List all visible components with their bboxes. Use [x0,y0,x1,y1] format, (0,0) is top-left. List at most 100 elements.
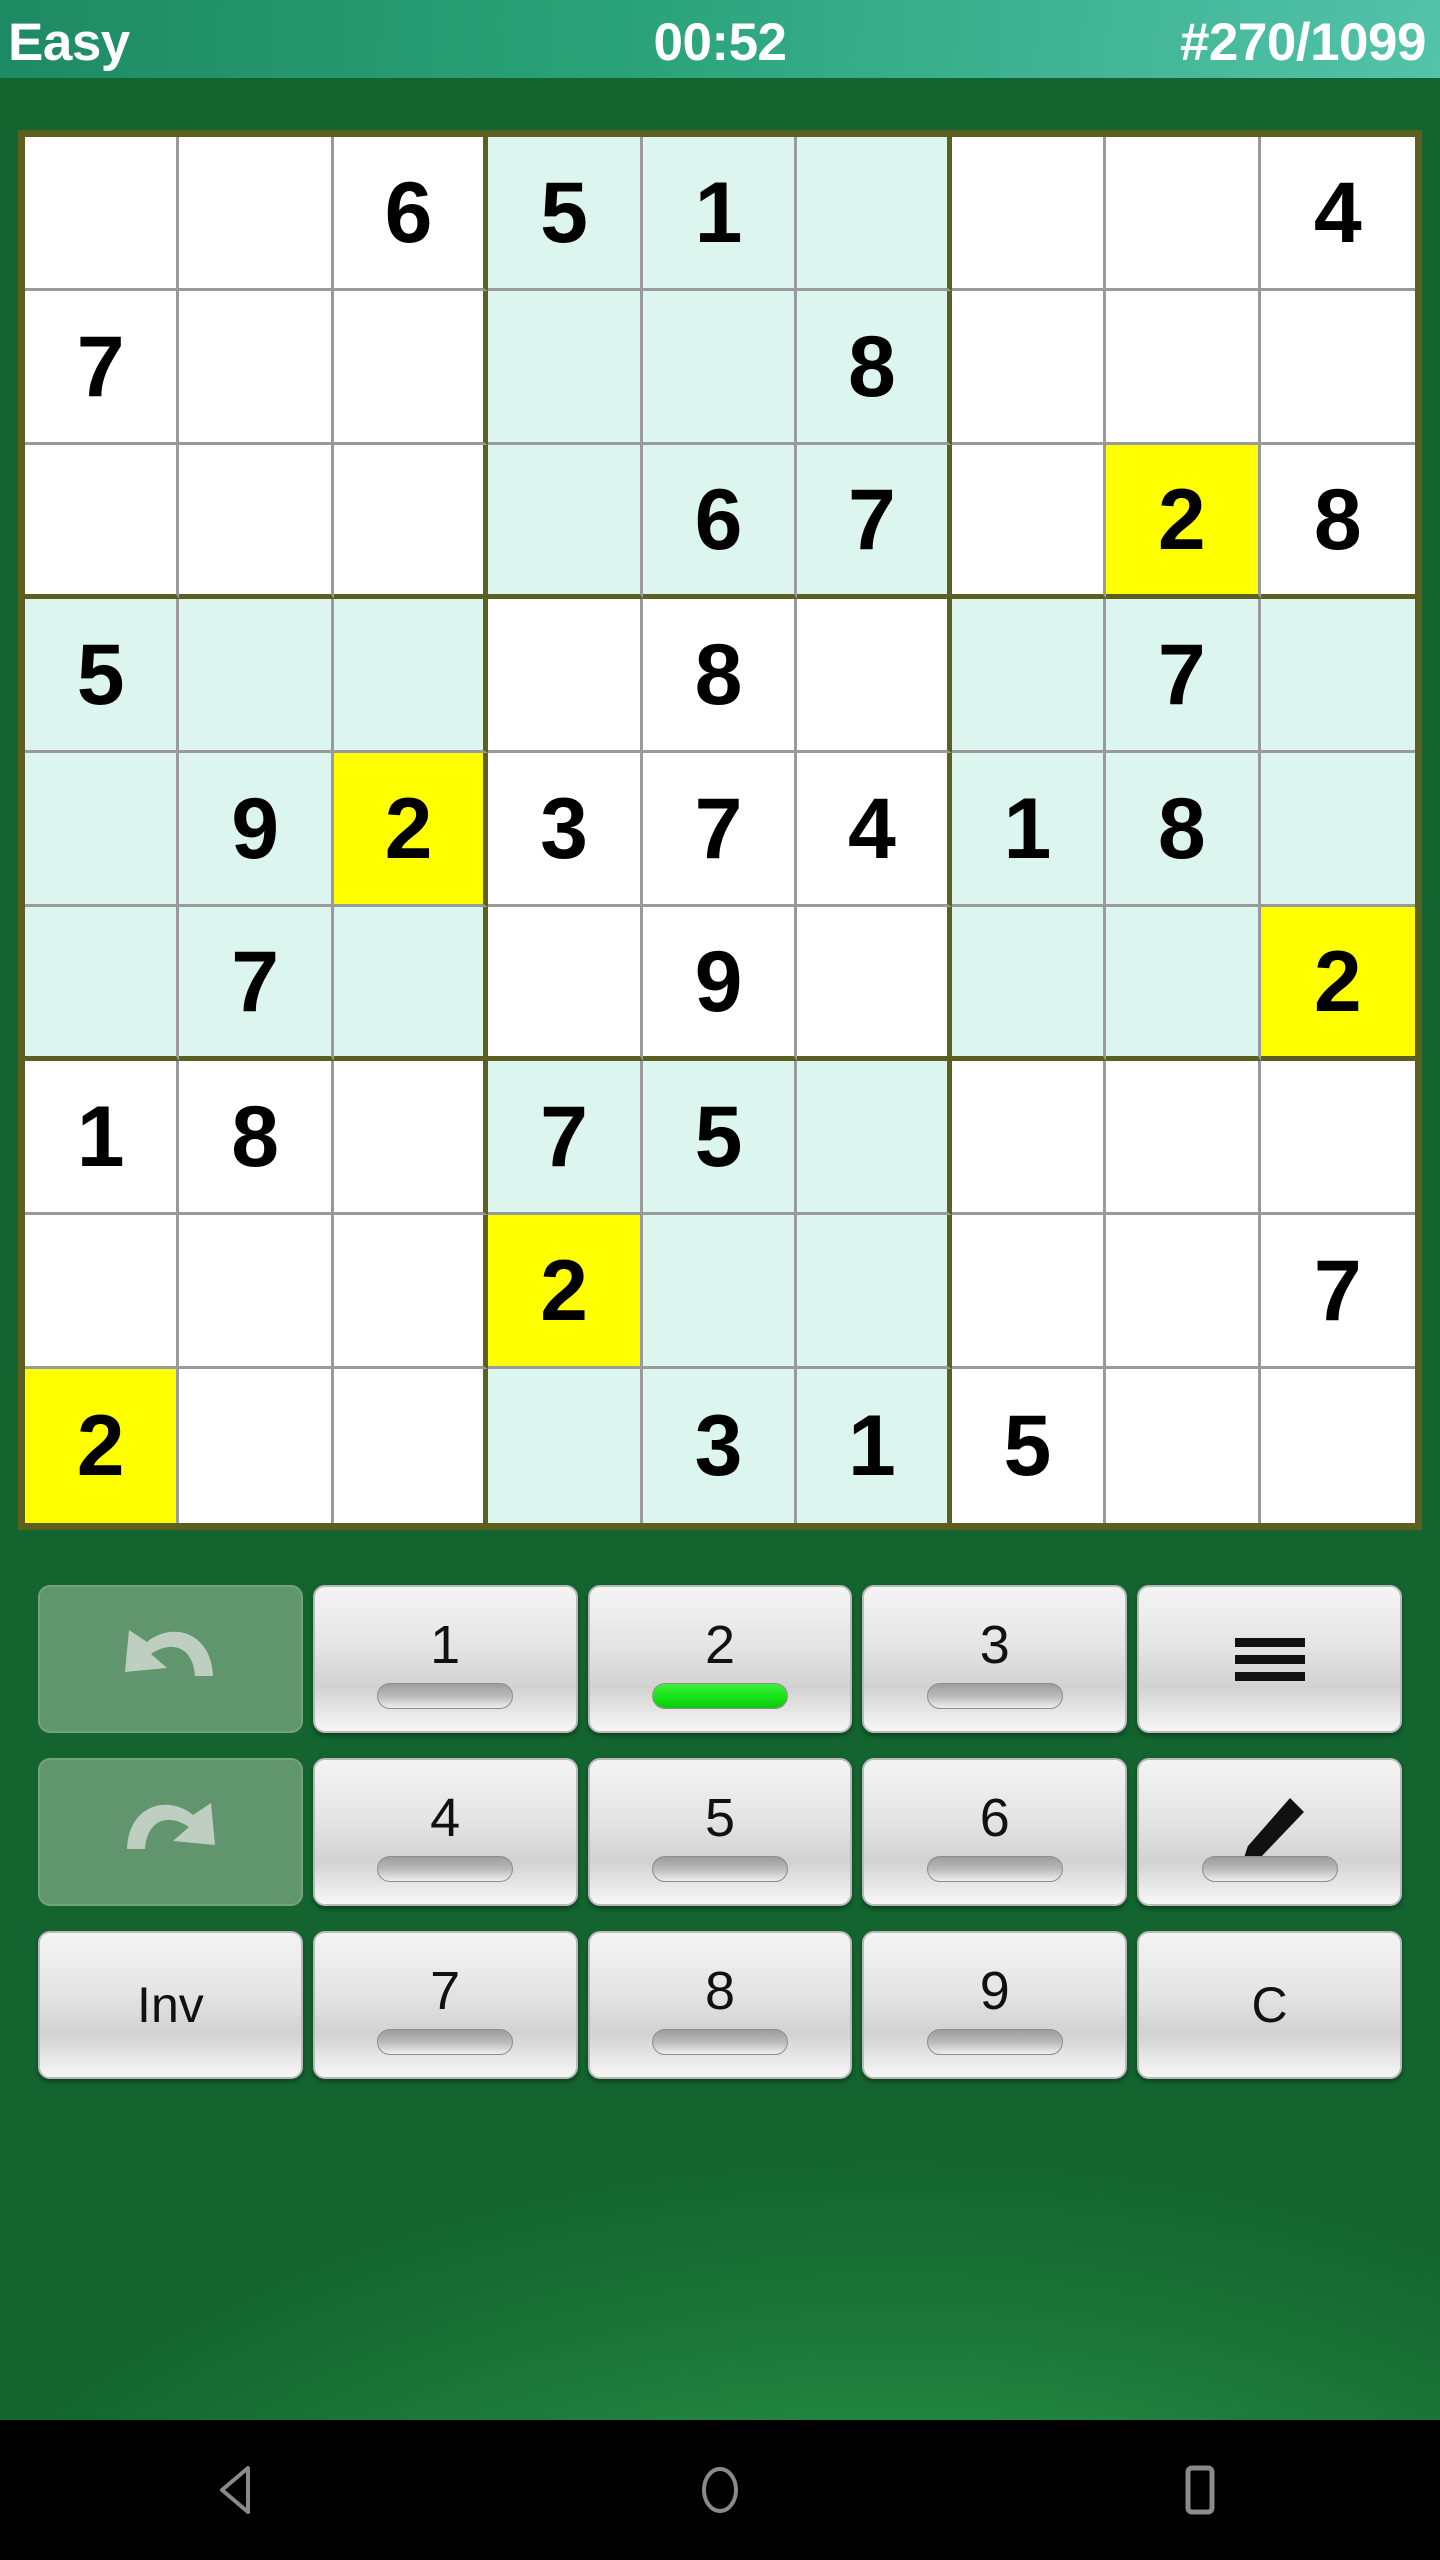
key-digit-2[interactable]: 2 [587,1585,853,1733]
cell-r5c3[interactable]: 2 [333,753,489,907]
cell-r7c8[interactable] [1106,1061,1261,1215]
sudoku-board[interactable]: 6 5 1 4 7 8 6 7 2 8 5 8 7 9 2 3 7 4 1 8 7 9 2 1 8 7 5 2 7 2 3 1 5 [18,130,1422,1530]
key-redo[interactable] [38,1758,303,1906]
cell-r8c5[interactable] [642,1215,798,1369]
key-menu[interactable] [1137,1585,1402,1733]
cell-r7c3[interactable] [333,1061,489,1215]
cell-r4c2[interactable] [179,599,334,753]
cell-r3c8[interactable]: 2 [1106,445,1261,599]
cell-r4c6[interactable] [797,599,952,753]
key-digit-3[interactable]: 3 [862,1585,1128,1733]
key-digit-7[interactable]: 7 [312,1931,578,2079]
cell-r6c6[interactable] [797,907,952,1061]
cell-r2c4[interactable] [488,291,643,445]
cell-r4c9[interactable] [1260,599,1415,753]
nav-home-button[interactable] [620,2420,820,2560]
cell-r5c1[interactable] [25,753,180,907]
cell-r7c6[interactable] [797,1061,952,1215]
cell-r1c6[interactable] [797,137,952,291]
cell-r3c4[interactable] [488,445,643,599]
cell-r5c9[interactable] [1260,753,1415,907]
cell-r7c7[interactable] [951,1061,1107,1215]
cell-r9c3[interactable] [333,1369,489,1523]
key-digit-4[interactable]: 4 [312,1758,578,1906]
cell-r1c2[interactable] [179,137,334,291]
cell-r9c8[interactable] [1106,1369,1261,1523]
cell-r5c5[interactable]: 7 [642,753,798,907]
cell-r8c2[interactable] [179,1215,334,1369]
cell-r2c6[interactable]: 8 [797,291,952,445]
cell-r3c2[interactable] [179,445,334,599]
cell-r6c8[interactable] [1106,907,1261,1061]
cell-r6c5[interactable]: 9 [642,907,798,1061]
cell-r7c5[interactable]: 5 [642,1061,798,1215]
cell-r3c1[interactable] [25,445,180,599]
key-digit-6[interactable]: 6 [862,1758,1128,1906]
cell-r3c5[interactable]: 6 [642,445,798,599]
key-pencil-mode[interactable] [1137,1758,1402,1906]
cell-r1c8[interactable] [1106,137,1261,291]
cell-r2c7[interactable] [951,291,1107,445]
cell-r7c9[interactable] [1260,1061,1415,1215]
cell-r6c2[interactable]: 7 [179,907,334,1061]
cell-r8c9[interactable]: 7 [1260,1215,1415,1369]
cell-r4c5[interactable]: 8 [642,599,798,753]
cell-r2c1[interactable]: 7 [25,291,180,445]
cell-r9c4[interactable] [488,1369,643,1523]
cell-r2c3[interactable] [333,291,489,445]
cell-r4c4[interactable] [488,599,643,753]
cell-r8c7[interactable] [951,1215,1107,1369]
cell-r8c1[interactable] [25,1215,180,1369]
cell-r9c1[interactable]: 2 [25,1369,180,1523]
cell-r6c4[interactable] [488,907,643,1061]
cell-r8c4[interactable]: 2 [488,1215,643,1369]
cell-r1c3[interactable]: 6 [333,137,489,291]
key-digit-8[interactable]: 8 [587,1931,853,2079]
cell-r9c6[interactable]: 1 [797,1369,952,1523]
nav-back-button[interactable] [140,2420,340,2560]
cell-r1c7[interactable] [951,137,1107,291]
key-clear[interactable]: C [1137,1931,1402,2079]
cell-r5c6[interactable]: 4 [797,753,952,907]
cell-r1c5[interactable]: 1 [642,137,798,291]
cell-r2c8[interactable] [1106,291,1261,445]
cell-r2c9[interactable] [1260,291,1415,445]
cell-r3c6[interactable]: 7 [797,445,952,599]
cell-r9c9[interactable] [1260,1369,1415,1523]
cell-r7c4[interactable]: 7 [488,1061,643,1215]
cell-r5c2[interactable]: 9 [179,753,334,907]
key-undo[interactable] [38,1585,303,1733]
cell-r5c7[interactable]: 1 [951,753,1107,907]
cell-r7c2[interactable]: 8 [179,1061,334,1215]
cell-r6c7[interactable] [951,907,1107,1061]
key-digit-5[interactable]: 5 [587,1758,853,1906]
cell-r8c8[interactable] [1106,1215,1261,1369]
cell-r9c5[interactable]: 3 [642,1369,798,1523]
cell-r4c3[interactable] [333,599,489,753]
cell-r4c8[interactable]: 7 [1106,599,1261,753]
cell-r4c1[interactable]: 5 [25,599,180,753]
cell-r1c1[interactable] [25,137,180,291]
cell-r2c2[interactable] [179,291,334,445]
cell-r9c7[interactable]: 5 [951,1369,1107,1523]
cell-r3c9[interactable]: 8 [1260,445,1415,599]
key-digit-9[interactable]: 9 [862,1931,1128,2079]
cell-r1c4[interactable]: 5 [488,137,643,291]
cell-r1c9[interactable]: 4 [1260,137,1415,291]
cell-r3c7[interactable] [951,445,1107,599]
cell-r8c3[interactable] [333,1215,489,1369]
nav-recents-button[interactable] [1100,2420,1300,2560]
cell-r7c1[interactable]: 1 [25,1061,180,1215]
cell-r5c4[interactable]: 3 [488,753,643,907]
cell-r3c3[interactable] [333,445,489,599]
cell-r9c2[interactable] [179,1369,334,1523]
cell-r4c7[interactable] [951,599,1107,753]
cell-r6c3[interactable] [333,907,489,1061]
cell-r6c9[interactable]: 2 [1260,907,1415,1061]
cell-r8c6[interactable] [797,1215,952,1369]
cell-r2c5[interactable] [642,291,798,445]
key-invert[interactable]: Inv [38,1931,303,2079]
cell-r6c1[interactable] [25,907,180,1061]
key-digit-1[interactable]: 1 [312,1585,578,1733]
cell-r5c8[interactable]: 8 [1106,753,1261,907]
